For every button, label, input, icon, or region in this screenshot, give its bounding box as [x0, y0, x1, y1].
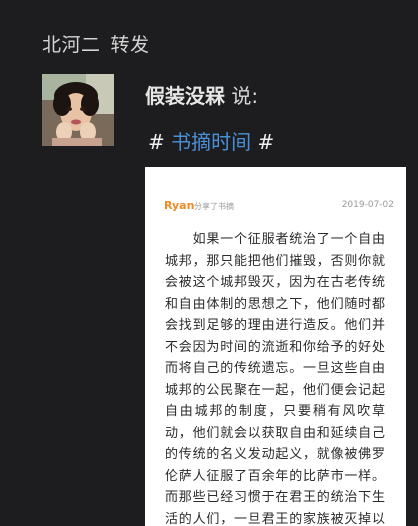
topic-link[interactable]: 书摘时间 — [171, 130, 251, 154]
card-date: 2019-07-02 — [341, 200, 394, 210]
page: 北河二 转发 假装没槑 说: # 书摘时间 # Ryan 分享了书摘 2019-… — [0, 0, 418, 526]
topic-hash-open: # — [148, 130, 165, 154]
repost-action-label: 转发 — [110, 34, 150, 56]
avatar-photo-image — [42, 74, 114, 146]
book-excerpt-card[interactable]: Ryan 分享了书摘 2019-07-02 如果一个征服者统治了一个自由城邦，那… — [145, 167, 406, 526]
topic-hash-close: # — [257, 130, 275, 154]
excerpt-text: 如果一个征服者统治了一个自由城邦，那只能把他们摧毁，否则你就会被这个城邦毁灭，因… — [165, 229, 385, 526]
repost-user-link[interactable]: 北河二 — [42, 34, 101, 56]
author-name-link[interactable]: 假装没槑 — [145, 84, 225, 108]
repost-header: 北河二 转发 — [42, 30, 150, 57]
author-line: 假装没槑 说: — [145, 80, 258, 109]
card-user-name[interactable]: Ryan — [164, 199, 194, 212]
card-header: Ryan 分享了书摘 2019-07-02 — [164, 199, 394, 213]
author-avatar[interactable] — [42, 74, 114, 146]
topic-tag[interactable]: # 书摘时间 # — [148, 126, 274, 155]
excerpt-paragraph: 如果一个征服者统治了一个自由城邦，那只能把他们摧毁，否则你就会被这个城邦毁灭，因… — [165, 232, 385, 526]
said-label: 说: — [231, 84, 259, 108]
card-action-label: 分享了书摘 — [194, 202, 234, 211]
